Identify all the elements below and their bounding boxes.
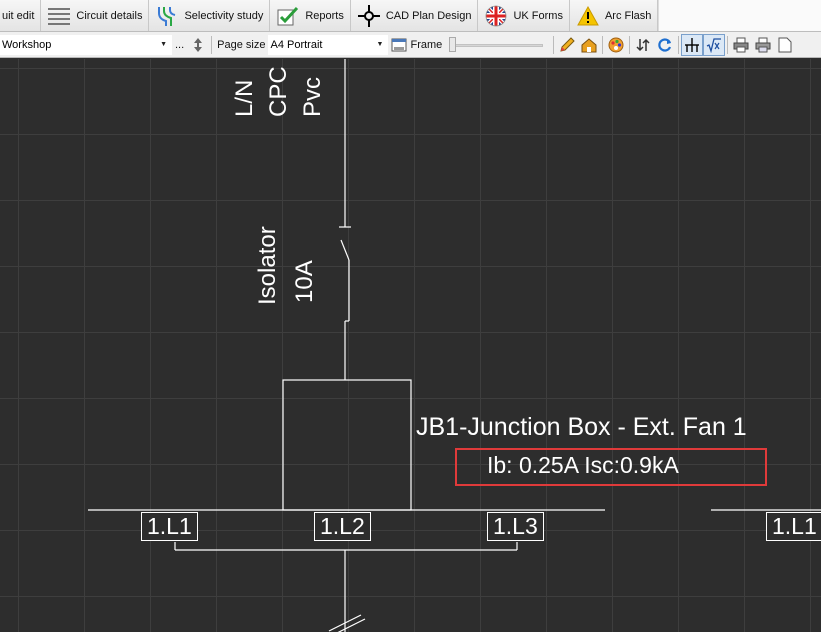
toolbar-separator [678,35,680,54]
location-value: Workshop [2,38,52,51]
tab-bar-empty-space [658,0,821,31]
pencil-icon[interactable] [556,34,578,56]
more-button[interactable]: ... [172,39,187,51]
page-icon[interactable] [774,34,796,56]
bus-label-l3: 1.L3 [487,512,544,541]
toolbar-separator [553,35,555,54]
tab-selectivity-label: Selectivity study [184,9,264,22]
circuit-details-icon [47,4,71,28]
bus-label-l2: 1.L2 [314,512,371,541]
tab-reports-label: Reports [305,9,344,22]
bus-label-l1: 1.L1 [141,512,198,541]
toolbar-separator [727,35,729,54]
drawing-toolbar: Workshop ▼ ... Page size A4 Portrait ▼ F… [0,32,821,58]
tab-uk-forms-label: UK Forms [513,9,563,22]
tab-circuit-details[interactable]: Circuit details [41,0,150,31]
chevron-down-icon: ▼ [160,41,167,48]
formula-view-icon[interactable] [703,33,726,56]
print-icon[interactable] [730,34,752,56]
frame-slider[interactable] [449,35,545,55]
junction-box-values: Ib: 0.25A Isc:0.9kA [487,452,679,478]
tab-cad-plan-design[interactable]: CAD Plan Design [351,0,479,31]
chevron-down-icon: ▼ [376,41,384,48]
cable-text-line2: CPC [265,66,292,117]
isolator-rating-label: 10A [291,260,318,303]
crosshair-icon [357,4,381,28]
cable-text-line1: L/N [231,79,258,117]
busbar-view-icon[interactable] [681,33,704,56]
tab-arc-flash-label: Arc Flash [604,9,652,22]
main-tab-bar: uit edit Circuit details Selectivity stu… [0,0,821,32]
tab-uk-forms[interactable]: UK Forms [478,0,570,31]
uk-flag-icon [484,4,508,28]
house-zoom-icon[interactable] [578,34,600,56]
isolator-name-label: Isolator [254,226,281,305]
refresh-icon[interactable] [654,34,676,56]
print-preview-icon[interactable] [752,34,774,56]
toolbar-separator [629,35,631,54]
tab-circuit-details-label: Circuit details [76,9,143,22]
tab-cad-plan-label: CAD Plan Design [385,9,472,22]
location-combo[interactable]: Workshop ▼ [0,34,172,55]
frame-label: Frame [410,38,443,51]
tab-circuit-edit[interactable]: uit edit [0,0,42,31]
slider-track [453,43,544,47]
page-size-label: Page size [217,38,266,51]
slider-thumb[interactable] [449,36,457,52]
junction-box-title: JB1-Junction Box - Ext. Fan 1 [416,413,747,441]
tab-selectivity-study[interactable]: Selectivity study [149,0,271,31]
schematic-wires [88,59,821,632]
frame-icon[interactable] [388,34,410,56]
selectivity-icon [155,4,179,28]
junction-box-outline [282,379,412,511]
tab-circuit-edit-label: uit edit [2,9,35,22]
toolbar-separator [602,35,604,54]
warning-icon [576,4,600,28]
cable-text-line3: Pvc [299,76,326,117]
page-size-combo[interactable]: A4 Portrait ▼ [268,34,389,55]
tab-arc-flash[interactable]: Arc Flash [570,0,659,31]
reports-check-icon [276,4,300,28]
palette-icon[interactable] [605,34,627,56]
isolator-contact [340,239,350,261]
page-size-value: A4 Portrait [270,38,323,51]
toolbar-separator [211,35,213,54]
bus-label-l1-right: 1.L1 [766,512,821,541]
tab-reports[interactable]: Reports [270,0,351,31]
flip-arrows-icon[interactable] [632,34,654,56]
sort-updown-icon[interactable] [187,34,209,56]
drawing-canvas[interactable]: L/N CPC Pvc Isolator 10A JB1-Junction Bo… [0,59,821,632]
